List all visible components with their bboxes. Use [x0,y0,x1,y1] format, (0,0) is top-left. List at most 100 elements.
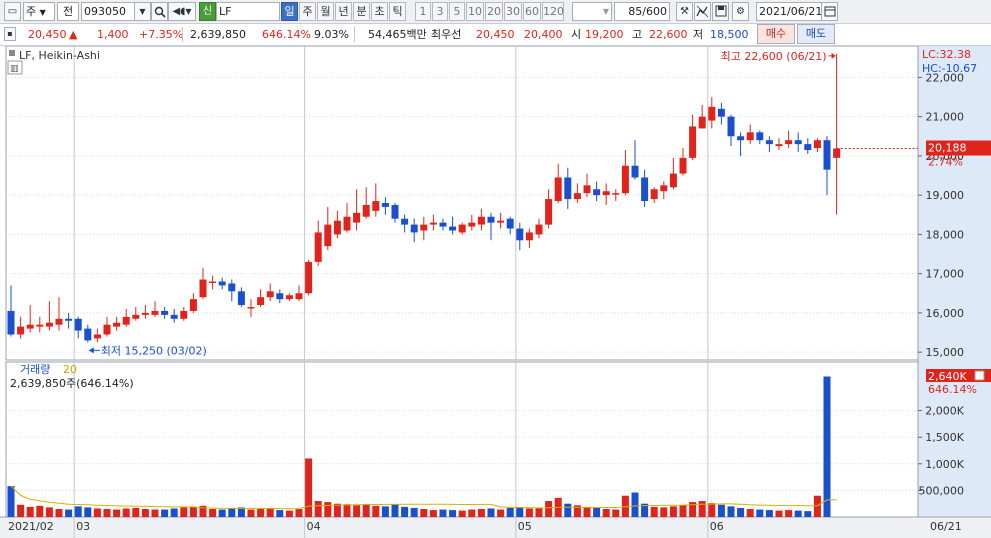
settings-gear-icon[interactable]: ⚙ [732,2,749,21]
volume-bar [660,507,668,517]
volume-subtitle: 2,639,850주(646.14%) [10,377,134,390]
volume-tag-text: 2,640K [928,370,967,383]
candle-body [458,224,466,233]
candle-body [621,165,629,194]
stock-code-input[interactable]: 093050 [81,2,135,21]
candle-body [765,140,773,145]
candle-body [785,140,793,145]
current-price-tag-text: 20,188 [928,142,967,155]
stock-name-field[interactable]: LF [216,2,280,21]
sound-icon[interactable]: ◀◖▼ [168,2,196,21]
candle-body [189,299,197,311]
scope-selector[interactable]: 전 [57,2,79,21]
candle-body [669,173,677,188]
candle-body [535,224,543,235]
volume-bar [698,501,706,517]
period-tab-4[interactable]: 분 [353,2,370,21]
candle-body [266,291,274,298]
range-display[interactable]: 85/600 [614,2,670,21]
candle-body [343,216,351,231]
calendar-icon[interactable] [821,2,838,21]
volume-bar [669,506,677,517]
quote-bar: ▪ 20,450 ▲ 1,400 +7.35% 2,639,850 646.14… [0,24,991,46]
volume-bar [17,504,25,517]
candle-body [554,177,562,202]
candle-body [602,191,610,196]
volume-bar [439,509,447,517]
period-tab-5[interactable]: 초 [371,2,388,21]
candle-body [26,324,34,329]
volume-tag-pct: 646.14% [928,383,977,396]
volume-bar [161,509,169,517]
volume-bar [132,507,140,517]
chart-draw-icon[interactable] [694,2,711,21]
period-tab-3[interactable]: 년 [335,2,352,21]
price-change-percent: +7.35% [139,28,184,41]
candle-body [199,279,207,298]
minute-step-5[interactable]: 5 [449,2,465,21]
toolbar: ▭ 주 ▼ 전 093050 ▼ ◀◖▼ 신 LF 일 주 월 년 분 초 틱 1 3 5 10 20… [0,0,991,24]
minute-step-10[interactable]: 10 [466,2,484,21]
chart-menu-glyph: ▥ [10,64,19,74]
mode-selector[interactable]: 주 ▼ [23,2,55,21]
date-label: 2021/02 [8,520,54,533]
volume-bar [151,509,159,517]
minute-step-3[interactable]: 3 [432,2,448,21]
candle-body [650,189,658,200]
volume-bar [775,510,783,517]
buy-button[interactable]: 매수 [757,24,795,44]
period-tab-1[interactable]: 주 [299,2,316,21]
stock-chart[interactable]: 15,00016,00017,00018,00019,00020,00021,0… [0,46,991,538]
minute-step-1[interactable]: 1 [415,2,431,21]
price-legend: LF, Heikin-Ashi [19,49,100,62]
volume-bar [122,508,130,517]
high-label: 고 [632,28,643,41]
period-tab-2[interactable]: 월 [317,2,334,21]
period-tab-6[interactable]: 틱 [389,2,406,21]
volume-bar [756,509,764,517]
date-label: 06 [710,520,724,533]
candle-body [804,144,812,151]
date-label: 04 [307,520,321,533]
unit-selector[interactable]: ▼ [572,2,612,21]
volume-bar [497,509,505,517]
volume-bar [708,503,716,517]
volume-bar [593,507,601,517]
candle-body [516,228,524,241]
candle-body [161,310,169,315]
volume-tag-toggle-icon [974,370,985,381]
price-tick-label: 16,000 [926,307,965,320]
quote-expand-icon[interactable]: ▪ [4,27,16,41]
volume-tick-label: 500,000 [919,484,965,497]
candle-body [209,281,217,283]
best-bid-price: 20,400 [524,28,563,41]
volume-bar [74,506,82,517]
save-icon[interactable] [712,2,729,21]
candle-body [506,218,514,229]
trade-volume: 2,639,850 [190,28,246,41]
screen-toggle-icon[interactable]: ▭ [4,2,21,21]
volume-bar [429,510,437,517]
price-tick-label: 19,000 [926,189,965,202]
sell-button[interactable]: 매도 [797,24,835,44]
low-price: 18,500 [710,28,749,41]
volume-bar [324,502,332,517]
period-tab-0[interactable]: 일 [281,2,298,21]
volume-period: 20 [63,363,77,376]
search-icon[interactable] [151,2,168,21]
minute-step-30[interactable]: 30 [504,2,522,21]
candle-body [17,326,25,335]
candle-body [381,203,389,207]
candle-body [401,218,409,225]
volume-bar [314,501,322,517]
candle-body [314,232,322,262]
minute-step-20[interactable]: 20 [485,2,503,21]
minute-step-120[interactable]: 120 [542,2,564,21]
code-dropdown-icon[interactable]: ▼ [134,2,151,21]
volume-bar [794,510,802,517]
analysis-tool-icon[interactable]: ⚒ [676,2,693,21]
date-input[interactable]: 2021/06/21 [756,2,822,21]
volume-bar [7,486,15,517]
minute-step-60[interactable]: 60 [523,2,541,21]
candle-body [823,140,831,170]
